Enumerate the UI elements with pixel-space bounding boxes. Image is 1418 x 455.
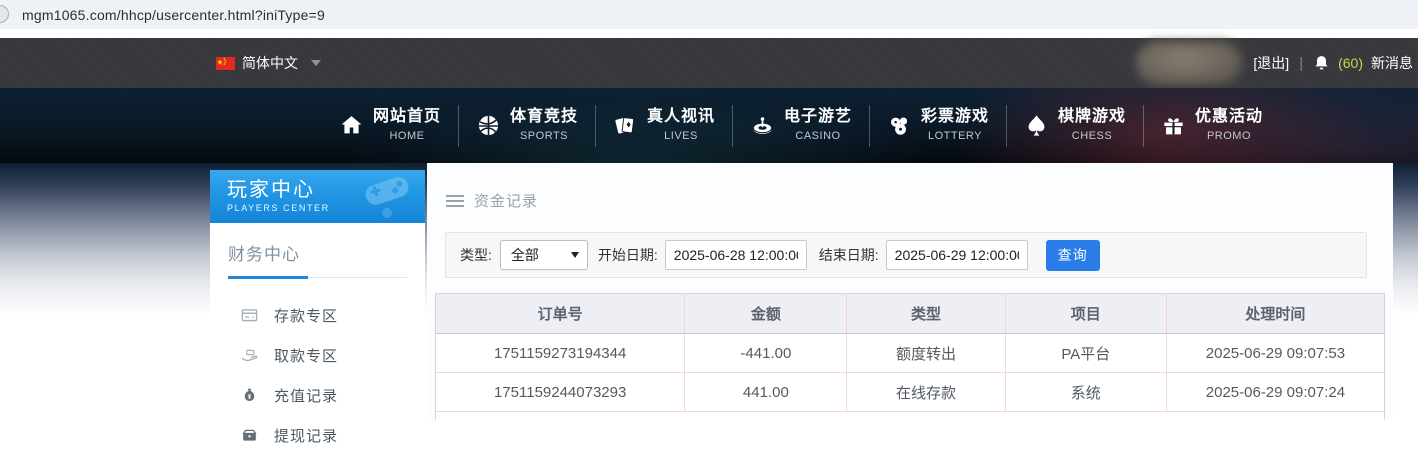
browser-url-bar[interactable]: mgm1065.com/hhcp/usercenter.html?iniType… xyxy=(0,0,1418,29)
main-content: 资金记录 类型: 全部 开始日期: 结束日期: 查询 订单号 金额 类型 项目 … xyxy=(427,163,1393,420)
logout-button[interactable]: [退出] xyxy=(1253,53,1289,73)
cards-icon xyxy=(615,117,635,134)
end-date-label: 结束日期: xyxy=(818,247,879,263)
nav-label-en: PROMO xyxy=(1206,130,1252,142)
messages-link[interactable]: (60) 新消息 xyxy=(1313,53,1413,73)
sidebar-section-finance: 财务中心 xyxy=(210,223,425,287)
nav-label-en: SPORTS xyxy=(519,130,568,142)
money-bag-icon xyxy=(244,388,255,401)
nav-item-lottery[interactable]: 彩票游戏 LOTTERY xyxy=(870,88,1006,163)
sidebar-item-label: 提现记录 xyxy=(274,427,339,445)
hamburger-icon xyxy=(446,194,464,207)
sidebar-item-label: 取款专区 xyxy=(274,347,339,365)
col-order-number: 订单号 xyxy=(436,294,686,333)
nav-label-en: LOTTERY xyxy=(927,130,982,142)
type-select[interactable]: 全部 xyxy=(499,240,588,270)
type-label: 类型: xyxy=(460,247,492,263)
cell-project: 系统 xyxy=(1006,373,1167,411)
nav-item-promo[interactable]: 优惠活动 PROMO xyxy=(1144,88,1280,163)
message-label: 新消息 xyxy=(1371,55,1413,71)
message-count-badge: (60) xyxy=(1338,55,1363,71)
cell-order-number: 1751159244073293 xyxy=(436,373,686,411)
col-project: 项目 xyxy=(1006,294,1167,333)
language-label: 简体中文 xyxy=(242,55,298,71)
sidebar-item-withdraw-zone[interactable]: 取款专区 xyxy=(210,335,425,375)
lottery-balls-icon xyxy=(891,117,908,135)
start-date-label: 开始日期: xyxy=(597,247,658,263)
sidebar-item-withdrawal-records[interactable]: 提现记录 xyxy=(210,415,425,455)
nav-label-zh: 真人视讯 xyxy=(646,108,715,125)
spade-icon xyxy=(1028,115,1045,136)
cell-amount: 441.00 xyxy=(685,373,848,411)
nav-label-en: CASINO xyxy=(795,130,841,142)
cell-process-time: 2025-06-29 09:07:53 xyxy=(1205,344,1346,362)
basketball-icon xyxy=(478,115,499,136)
nav-label-en: CHESS xyxy=(1071,130,1113,142)
bell-icon xyxy=(1315,55,1328,70)
table-header-row: 订单号 金额 类型 项目 处理时间 xyxy=(436,294,1384,334)
nav-label-zh: 电子游艺 xyxy=(783,108,852,125)
col-amount: 金额 xyxy=(685,294,848,333)
chevron-down-icon xyxy=(311,60,321,66)
nav-label-zh: 体育竞技 xyxy=(509,108,578,125)
cell-process-time: 2025-06-29 09:07:24 xyxy=(1205,383,1346,401)
sidebar-item-deposit-zone[interactable]: 存款专区 xyxy=(210,295,425,335)
page-title: 资金记录 xyxy=(474,193,539,210)
language-selector[interactable]: 简体中文 xyxy=(216,38,321,88)
purse-icon xyxy=(242,429,257,441)
sidebar: 玩家中心 PLAYERS CENTER 财务中心 存款专区 取款专区 充值记录 … xyxy=(210,170,425,445)
filter-bar: 类型: 全部 开始日期: 结束日期: 查询 xyxy=(445,232,1367,278)
china-flag-icon xyxy=(216,56,235,70)
section-divider xyxy=(228,276,407,279)
nav-label-en: LIVES xyxy=(664,130,698,142)
sidebar-header[interactable]: 玩家中心 PLAYERS CENTER xyxy=(210,170,425,223)
header-divider: | xyxy=(1299,54,1304,72)
col-type: 类型 xyxy=(847,294,1006,333)
site-top-header: 简体中文 [退出] | (60) 新消息 xyxy=(0,38,1418,88)
withdraw-hand-icon xyxy=(241,349,258,361)
nav-label-zh: 优惠活动 xyxy=(1194,108,1263,125)
sidebar-item-recharge-records[interactable]: 充值记录 xyxy=(210,375,425,415)
cell-order-number: 1751159273194344 xyxy=(436,334,686,372)
nav-item-sports[interactable]: 体育竞技 SPORTS xyxy=(459,88,595,163)
gamepad-icon xyxy=(365,177,409,218)
table-row: 1751159273194344 -441.00 额度转出 PA平台 2025-… xyxy=(436,334,1384,373)
cell-project: PA平台 xyxy=(1006,334,1167,372)
type-select-value: 全部 xyxy=(510,247,539,263)
favicon-icon xyxy=(0,5,9,23)
gift-icon xyxy=(1164,118,1183,135)
nav-label-en: HOME xyxy=(389,130,425,142)
nav-item-home[interactable]: 网站首页 HOME xyxy=(322,88,458,163)
main-nav: 网站首页 HOME 体育竞技 SPORTS 真人视讯 LIVES 电子游艺 CA… xyxy=(0,88,1418,163)
deposit-card-icon xyxy=(241,308,258,321)
sidebar-item-label: 存款专区 xyxy=(274,307,339,325)
url-text[interactable]: mgm1065.com/hhcp/usercenter.html?iniType… xyxy=(22,7,325,23)
nav-label-zh: 彩票游戏 xyxy=(920,108,989,125)
home-icon xyxy=(341,116,362,134)
search-button[interactable]: 查询 xyxy=(1045,239,1100,271)
nav-label-zh: 网站首页 xyxy=(372,108,441,125)
nav-label-zh: 棋牌游戏 xyxy=(1057,108,1126,125)
section-title: 财务中心 xyxy=(228,245,300,264)
cell-amount: -441.00 xyxy=(685,334,848,372)
page-background: 玩家中心 PLAYERS CENTER 财务中心 存款专区 取款专区 充值记录 … xyxy=(0,163,1418,445)
nav-item-casino[interactable]: 电子游艺 CASINO xyxy=(733,88,869,163)
username-redacted xyxy=(1136,41,1242,85)
cell-type: 在线存款 xyxy=(847,373,1006,411)
nav-item-lives[interactable]: 真人视讯 LIVES xyxy=(596,88,732,163)
chevron-down-icon xyxy=(570,252,579,258)
funds-table: 订单号 金额 类型 项目 处理时间 1751159273194344 -441.… xyxy=(435,293,1385,420)
sidebar-item-label: 充值记录 xyxy=(274,387,339,405)
start-date-input[interactable] xyxy=(664,240,807,270)
table-row-partial xyxy=(436,412,1384,420)
nav-item-chess[interactable]: 棋牌游戏 CHESS xyxy=(1007,88,1143,163)
table-row: 1751159244073293 441.00 在线存款 系统 2025-06-… xyxy=(436,373,1384,412)
col-process-time: 处理时间 xyxy=(1245,306,1306,323)
roulette-icon xyxy=(752,117,773,134)
cell-type: 额度转出 xyxy=(847,334,1006,372)
end-date-input[interactable] xyxy=(885,240,1028,270)
